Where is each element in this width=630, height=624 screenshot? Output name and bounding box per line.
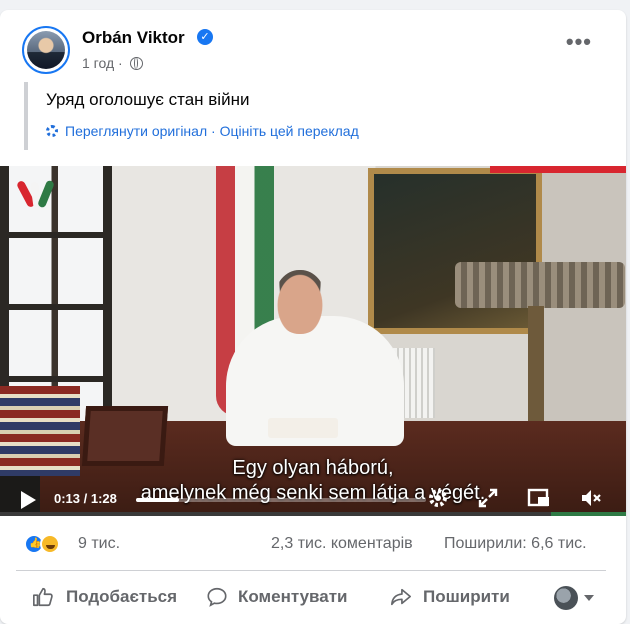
comment-button[interactable]: Коментувати [196, 575, 366, 619]
video-player[interactable]: Egy olyan háború, amelynek még senki sem… [0, 166, 626, 516]
like-label: Подобається [66, 587, 178, 606]
speech-paper [268, 418, 338, 438]
mute-icon[interactable] [579, 486, 603, 510]
progress-bar[interactable] [136, 498, 426, 502]
channel-logo-icon [15, 178, 56, 212]
post-text: Уряд оголошує стан війни [46, 90, 250, 109]
meta-separator: · [118, 55, 127, 71]
thumbs-up-icon [33, 587, 53, 607]
globe-icon[interactable] [129, 57, 143, 70]
play-icon[interactable] [21, 491, 36, 509]
current-time: 0:13 [54, 491, 81, 506]
lamp-shade [455, 262, 625, 308]
share-button[interactable]: Поширити [380, 575, 540, 619]
subtitle-line-1: Egy olyan háború, [232, 457, 394, 479]
author-name[interactable]: Orbán Viktor [82, 28, 185, 48]
wall-portrait [368, 168, 542, 334]
video-timecode: 0:13 / 1:28 [54, 491, 117, 506]
duration: 1:28 [90, 491, 117, 506]
haha-reaction-icon[interactable] [40, 534, 60, 554]
audience-avatar[interactable] [554, 586, 578, 610]
post-time[interactable]: 1 год [82, 55, 114, 71]
author-avatar[interactable] [22, 26, 70, 74]
red-stripe [490, 166, 626, 173]
video-controls: 0:13 / 1:28 [0, 480, 626, 516]
settings-gear-icon[interactable] [426, 486, 450, 510]
comment-bubble-icon [207, 587, 227, 607]
share-label: Поширити [423, 587, 510, 606]
comments-count[interactable]: 2,3 тис. коментарів [271, 535, 413, 553]
like-button[interactable]: Подобається [20, 575, 190, 619]
translation-row: Переглянути оригінал · Оцініть цей перек… [46, 123, 359, 139]
gear-icon [46, 125, 58, 137]
see-original-link[interactable]: Переглянути оригінал [65, 123, 207, 139]
fullscreen-icon[interactable] [476, 486, 500, 510]
post-card: Orbán Viktor ✓ 1 год · ••• Уряд оголошує… [0, 10, 626, 624]
shares-count[interactable]: Поширили: 6,6 тис. [444, 535, 587, 553]
chevron-down-icon[interactable] [584, 595, 594, 601]
video-bottom-strip [0, 512, 626, 516]
translation-quote-bar [24, 82, 28, 150]
reaction-count[interactable]: 9 тис. [78, 535, 120, 553]
actions-divider [16, 570, 606, 571]
post-meta: 1 год · [82, 55, 143, 71]
comment-label: Коментувати [238, 587, 348, 606]
progress-fill [136, 498, 179, 502]
translate-separator: · [211, 123, 216, 139]
verified-badge-icon: ✓ [197, 29, 213, 45]
avatar-photo [27, 31, 65, 69]
picture-in-picture-icon[interactable] [527, 486, 551, 510]
share-arrow-icon [391, 588, 411, 606]
more-options-icon[interactable]: ••• [566, 31, 592, 53]
speaker-head [274, 270, 326, 334]
rate-translation-link[interactable]: Оцініть цей переклад [220, 123, 359, 139]
